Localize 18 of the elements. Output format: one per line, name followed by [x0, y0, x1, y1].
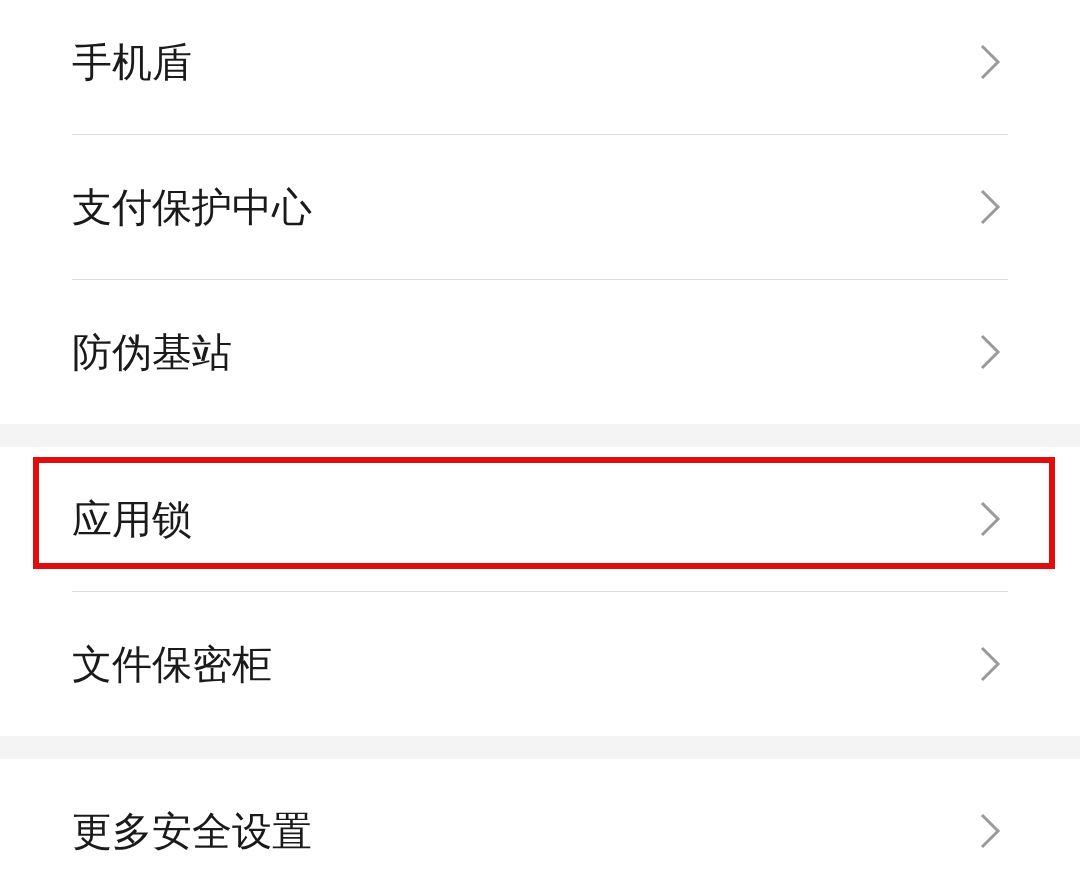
settings-label: 应用锁	[72, 494, 193, 544]
chevron-right-icon	[978, 644, 1002, 684]
settings-label: 更多安全设置	[72, 806, 313, 856]
settings-label: 文件保密柜	[72, 639, 273, 689]
chevron-right-icon	[978, 811, 1002, 851]
settings-label: 支付保护中心	[72, 182, 313, 232]
settings-row[interactable]: 防伪基站	[0, 280, 1080, 424]
settings-row[interactable]: 文件保密柜	[0, 592, 1080, 736]
settings-row[interactable]: 更多安全设置	[0, 759, 1080, 882]
settings-row[interactable]: 应用锁	[0, 447, 1080, 591]
settings-label: 防伪基站	[72, 327, 233, 377]
chevron-right-icon	[978, 187, 1002, 227]
settings-row[interactable]: 手机盾	[0, 0, 1080, 134]
chevron-right-icon	[978, 499, 1002, 539]
chevron-right-icon	[978, 42, 1002, 82]
settings-label: 手机盾	[72, 37, 193, 87]
settings-row[interactable]: 支付保护中心	[0, 135, 1080, 279]
chevron-right-icon	[978, 332, 1002, 372]
